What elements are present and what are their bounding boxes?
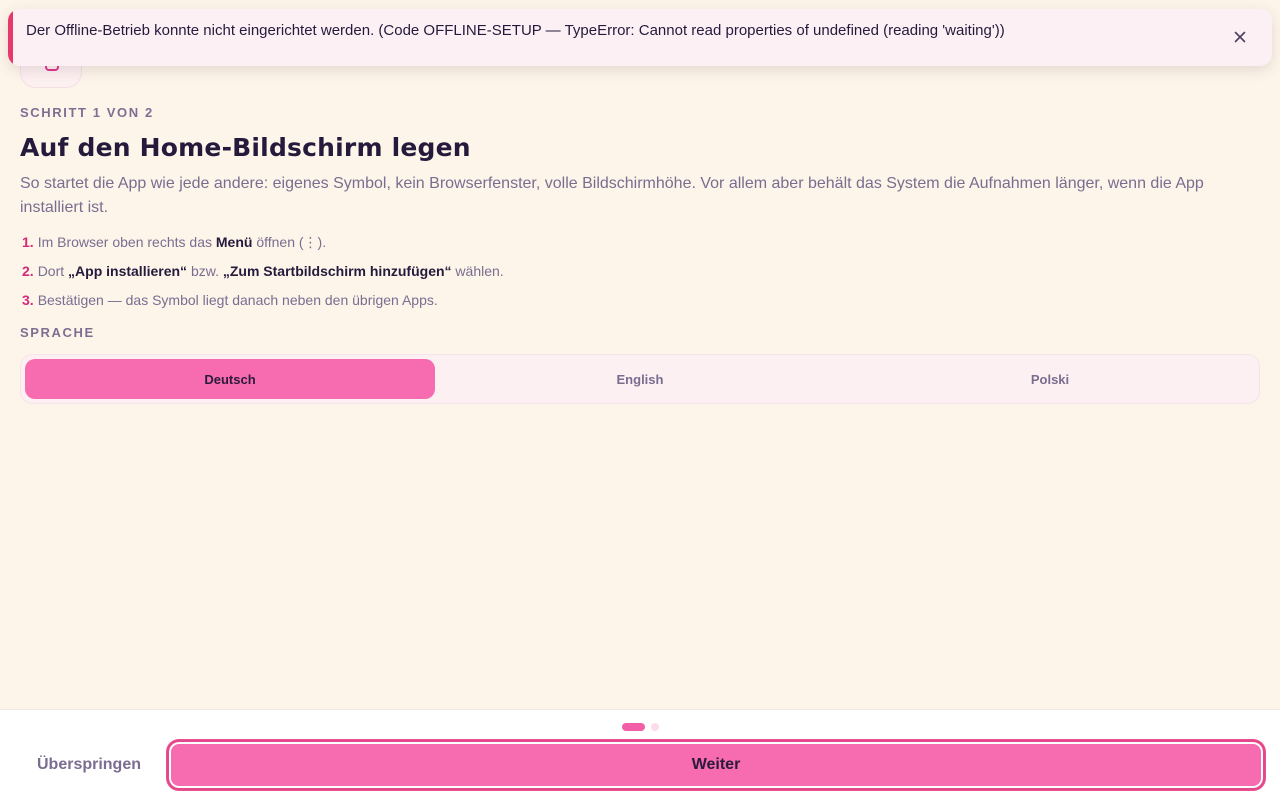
next-button[interactable]: Weiter (167, 740, 1265, 790)
progress-dot-current (622, 723, 645, 731)
step-text: bzw. (187, 263, 223, 279)
list-item: 2. Dort „App installieren“ bzw. „Zum Star… (22, 261, 504, 281)
step-text: Bestätigen — das Symbol liegt danach neb… (37, 292, 438, 308)
step-emphasis: „App installieren“ (68, 263, 188, 279)
language-label: SPRACHE (20, 325, 95, 340)
footer-bar: Überspringen Weiter (0, 709, 1280, 800)
language-option-english[interactable]: English (435, 359, 845, 399)
step-text: Dort (37, 263, 69, 279)
step-text: Im Browser oben rechts das (37, 234, 216, 250)
step-progress (622, 723, 659, 731)
language-selector: Deutsch English Polski (20, 354, 1260, 404)
step-emphasis: „Zum Startbildschirm hinzufügen“ (222, 263, 452, 279)
list-item: 1. Im Browser oben rechts das Menü öffnen… (22, 232, 504, 252)
language-option-deutsch[interactable]: Deutsch (25, 359, 435, 399)
step-label: SCHRITT 1 VON 2 (20, 105, 154, 120)
toast-message: Der Offline-Betrieb konnte nicht eingeri… (26, 22, 1005, 39)
list-item: 3. Bestätigen — das Symbol liegt danach n… (22, 290, 504, 310)
intro-text: So startet die App wie jede andere: eige… (20, 175, 1204, 216)
close-icon[interactable] (1228, 25, 1252, 49)
toast-accent-bar (8, 9, 13, 66)
step-emphasis: Menü (215, 234, 253, 250)
step-number: 2. (22, 263, 34, 279)
step-number: 3. (22, 292, 34, 308)
onboarding-screen: Der Offline-Betrieb konnte nicht eingeri… (0, 0, 1280, 800)
skip-button[interactable]: Überspringen (20, 742, 158, 788)
step-number: 1. (22, 234, 34, 250)
install-steps-list: 1. Im Browser oben rechts das Menü öffnen… (22, 232, 504, 319)
page-title: Auf den Home-Bildschirm legen (20, 133, 471, 162)
progress-dot (651, 723, 659, 731)
language-option-polski[interactable]: Polski (845, 359, 1255, 399)
error-toast: Der Offline-Betrieb konnte nicht eingeri… (8, 9, 1272, 66)
step-text: öffnen (⋮). (252, 234, 327, 250)
step-text: wählen. (451, 263, 504, 279)
